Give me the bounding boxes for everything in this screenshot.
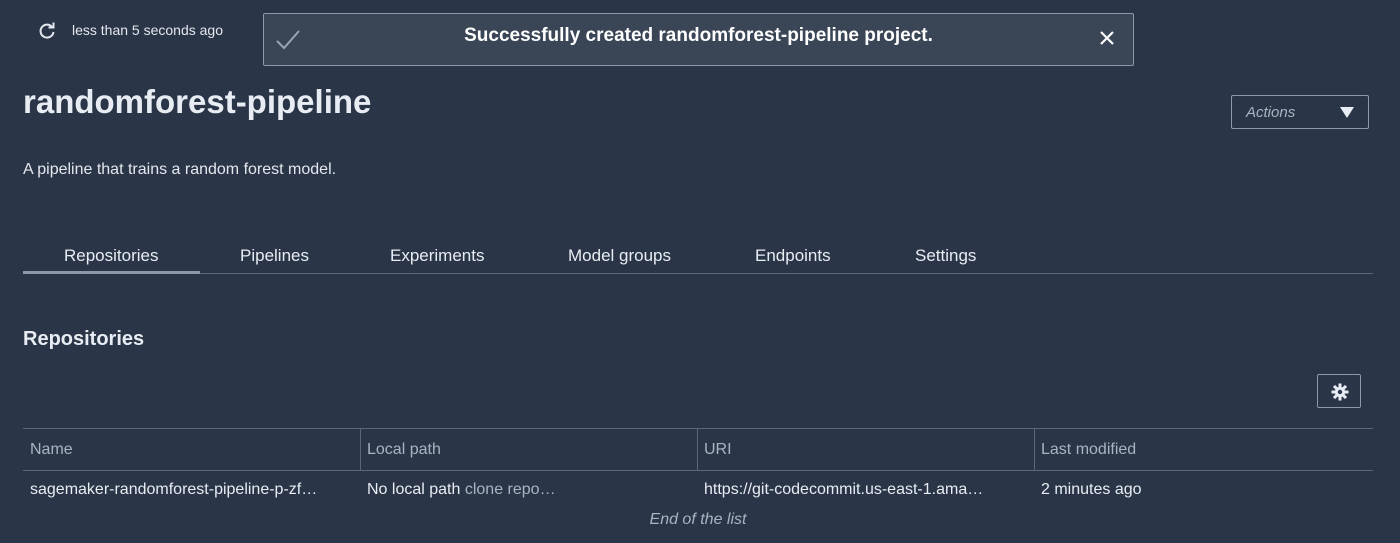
last-updated-text: less than 5 seconds ago bbox=[72, 22, 223, 38]
clone-repo-link[interactable]: clone repo… bbox=[465, 481, 556, 498]
last-modified-cell: 2 minutes ago bbox=[1041, 481, 1142, 498]
column-header-name[interactable]: Name bbox=[23, 429, 360, 470]
repo-name-cell[interactable]: sagemaker-randomforest-pipeline-p-zf… bbox=[23, 471, 360, 509]
column-header-uri[interactable]: URI bbox=[697, 429, 1034, 470]
close-icon[interactable] bbox=[1097, 28, 1117, 48]
table-row[interactable]: sagemaker-randomforest-pipeline-p-zf… No… bbox=[23, 471, 1373, 509]
uri-cell: https://git-codecommit.us-east-1.ama… bbox=[704, 481, 984, 498]
tab-endpoints[interactable]: Endpoints bbox=[755, 246, 831, 266]
local-path-text: No local path bbox=[367, 481, 461, 498]
column-header-last-modified[interactable]: Last modified bbox=[1034, 429, 1373, 470]
local-path-cell: No local path clone repo… bbox=[360, 471, 697, 509]
column-header-local-path[interactable]: Local path bbox=[360, 429, 697, 470]
tab-settings[interactable]: Settings bbox=[915, 246, 976, 266]
table-settings-button[interactable] bbox=[1317, 374, 1361, 408]
success-flash-banner: Successfully created randomforest-pipeli… bbox=[263, 13, 1134, 66]
active-tab-indicator bbox=[23, 271, 200, 274]
tab-repositories[interactable]: Repositories bbox=[64, 246, 159, 266]
tab-model-groups[interactable]: Model groups bbox=[568, 246, 671, 266]
refresh-icon[interactable] bbox=[38, 22, 56, 40]
table-header: Name Local path URI Last modified bbox=[23, 428, 1373, 471]
tab-experiments[interactable]: Experiments bbox=[390, 246, 484, 266]
end-of-list-text: End of the list bbox=[649, 511, 747, 528]
actions-label: Actions bbox=[1246, 104, 1296, 121]
actions-dropdown[interactable]: Actions bbox=[1231, 95, 1369, 129]
caret-down-icon bbox=[1340, 106, 1354, 118]
page-title: randomforest-pipeline bbox=[23, 83, 372, 120]
repositories-table: Name Local path URI Last modified sagema… bbox=[23, 428, 1373, 528]
flash-message: Successfully created randomforest-pipeli… bbox=[464, 25, 933, 46]
gear-icon bbox=[1331, 383, 1349, 401]
tabs-divider bbox=[23, 273, 1373, 274]
tab-pipelines[interactable]: Pipelines bbox=[240, 246, 309, 266]
project-description: A pipeline that trains a random forest m… bbox=[23, 161, 337, 178]
section-title: Repositories bbox=[23, 328, 145, 350]
